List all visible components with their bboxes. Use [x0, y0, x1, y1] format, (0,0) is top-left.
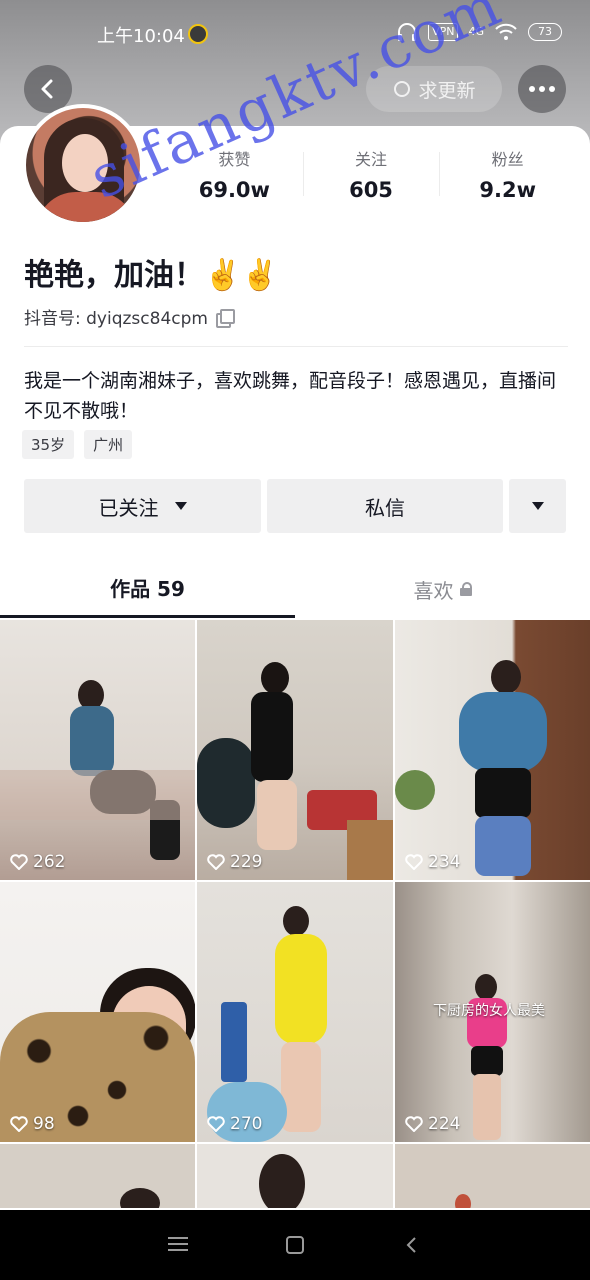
home-button[interactable] [283, 1233, 307, 1257]
video-likes: 234 [405, 852, 460, 872]
notification-badge-icon [188, 24, 208, 44]
dot-icon [529, 86, 535, 92]
tab-works-label: 作品 59 [110, 577, 185, 601]
tag-location: 广州 [84, 430, 133, 459]
stat-value: 69.0w [198, 178, 270, 202]
thumbnail-figure [259, 1154, 305, 1208]
following-button[interactable]: 已关注 [24, 479, 261, 533]
dot-icon [539, 86, 545, 92]
thumbnail-figure [283, 906, 309, 936]
thumbnail-figure [281, 1042, 321, 1132]
likes-count: 98 [33, 1114, 55, 1134]
heart-icon [207, 854, 225, 870]
video-likes: 270 [207, 1114, 262, 1134]
recommend-dropdown-button[interactable] [509, 479, 566, 533]
tab-likes[interactable]: 喜欢 [295, 560, 590, 618]
heart-icon [10, 854, 28, 870]
heart-icon [405, 854, 423, 870]
message-button[interactable]: 私信 [267, 479, 503, 533]
more-options-button[interactable] [518, 65, 566, 113]
video-thumbnail[interactable]: 下厨房的女人最美 224 [395, 882, 590, 1142]
thumbnail-figure [0, 770, 195, 820]
stat-following[interactable]: 关注 605 [302, 146, 440, 206]
back-nav-button[interactable] [400, 1233, 424, 1257]
dot-icon [549, 86, 555, 92]
video-thumbnail[interactable]: 98 [0, 882, 195, 1142]
chevron-left-icon [406, 1237, 416, 1253]
stat-label: 粉丝 [491, 150, 524, 169]
battery-indicator: 73 [528, 23, 562, 41]
copy-icon[interactable] [215, 308, 235, 328]
thumbnail-figure [473, 1074, 501, 1140]
video-thumbnail[interactable]: 234 [395, 620, 590, 880]
system-navigation-bar [0, 1210, 590, 1280]
message-label: 私信 [365, 495, 405, 520]
stat-value: 605 [349, 178, 393, 202]
likes-count: 229 [230, 852, 263, 872]
douyin-id-text: 抖音号: dyiqzsc84cpm [24, 309, 208, 329]
video-thumbnail[interactable] [0, 1144, 195, 1208]
video-likes: 224 [405, 1114, 460, 1134]
thumbnail-figure [471, 1046, 503, 1076]
thumbnail-figure [120, 1188, 160, 1208]
heart-icon [10, 1116, 28, 1132]
square-icon [285, 1236, 304, 1254]
video-grid: 262 229 234 98 270 下厨房的女人最美 224 [0, 620, 590, 1208]
video-likes: 262 [10, 852, 65, 872]
stat-value: 9.2w [479, 178, 536, 202]
tag-age: 35岁 [22, 430, 75, 459]
thumbnail-figure [257, 780, 297, 850]
profile-tags: 35岁 广州 [22, 430, 133, 459]
thumbnail-figure [395, 770, 435, 810]
thumbnail-figure [455, 1194, 471, 1208]
video-thumbnail[interactable] [197, 1144, 393, 1208]
profile-actions: 已关注 私信 [24, 479, 566, 533]
likes-count: 270 [230, 1114, 263, 1134]
thumbnail-figure [197, 738, 255, 828]
chevron-left-icon [41, 79, 53, 99]
thumbnail-figure [221, 1002, 247, 1082]
status-time: 上午10:04 [97, 26, 185, 47]
video-thumbnail[interactable]: 270 [197, 882, 393, 1142]
tab-works[interactable]: 作品 59 [0, 560, 295, 618]
menu-icon[interactable] [166, 1233, 190, 1257]
request-update-label: 求更新 [418, 79, 476, 102]
thumbnail-figure [475, 768, 531, 818]
video-likes: 98 [10, 1114, 55, 1134]
heart-icon [405, 1116, 423, 1132]
heart-icon [207, 1116, 225, 1132]
thumbnail-figure [347, 820, 393, 880]
profile-tabs: 作品 59 喜欢 [0, 560, 590, 618]
likes-count: 234 [428, 852, 461, 872]
thumbnail-figure [475, 974, 497, 1000]
caret-down-icon [174, 502, 187, 510]
thumbnail-figure [275, 934, 327, 1044]
thumbnail-figure [475, 816, 531, 876]
video-thumbnail[interactable]: 229 [197, 620, 393, 880]
likes-count: 262 [33, 852, 66, 872]
lock-icon [459, 582, 472, 596]
divider [24, 346, 568, 347]
following-label: 已关注 [98, 495, 159, 520]
video-likes: 229 [207, 852, 262, 872]
profile-bio: 我是一个湖南湘妹子，喜欢跳舞，配音段子！感恩遇见，直播间不见不散哦！ [24, 370, 557, 422]
thumbnail-figure [459, 692, 547, 772]
caret-down-icon [531, 502, 544, 510]
thumbnail-figure [491, 660, 521, 694]
profile-nickname: 艳艳，加油！✌️✌️ [24, 258, 279, 293]
douyin-id: 抖音号: dyiqzsc84cpm [24, 304, 235, 329]
likes-count: 224 [428, 1114, 461, 1134]
thumbnail-figure [261, 662, 289, 694]
tab-likes-label: 喜欢 [413, 578, 454, 603]
stat-followers[interactable]: 粉丝 9.2w [439, 146, 576, 206]
video-thumbnail[interactable]: 262 [0, 620, 195, 880]
thumbnail-figure [251, 692, 293, 782]
thumbnail-figure [70, 706, 114, 776]
video-caption: 下厨房的女人最美 [433, 1003, 545, 1019]
stat-label: 关注 [355, 150, 388, 169]
video-thumbnail[interactable] [395, 1144, 590, 1208]
